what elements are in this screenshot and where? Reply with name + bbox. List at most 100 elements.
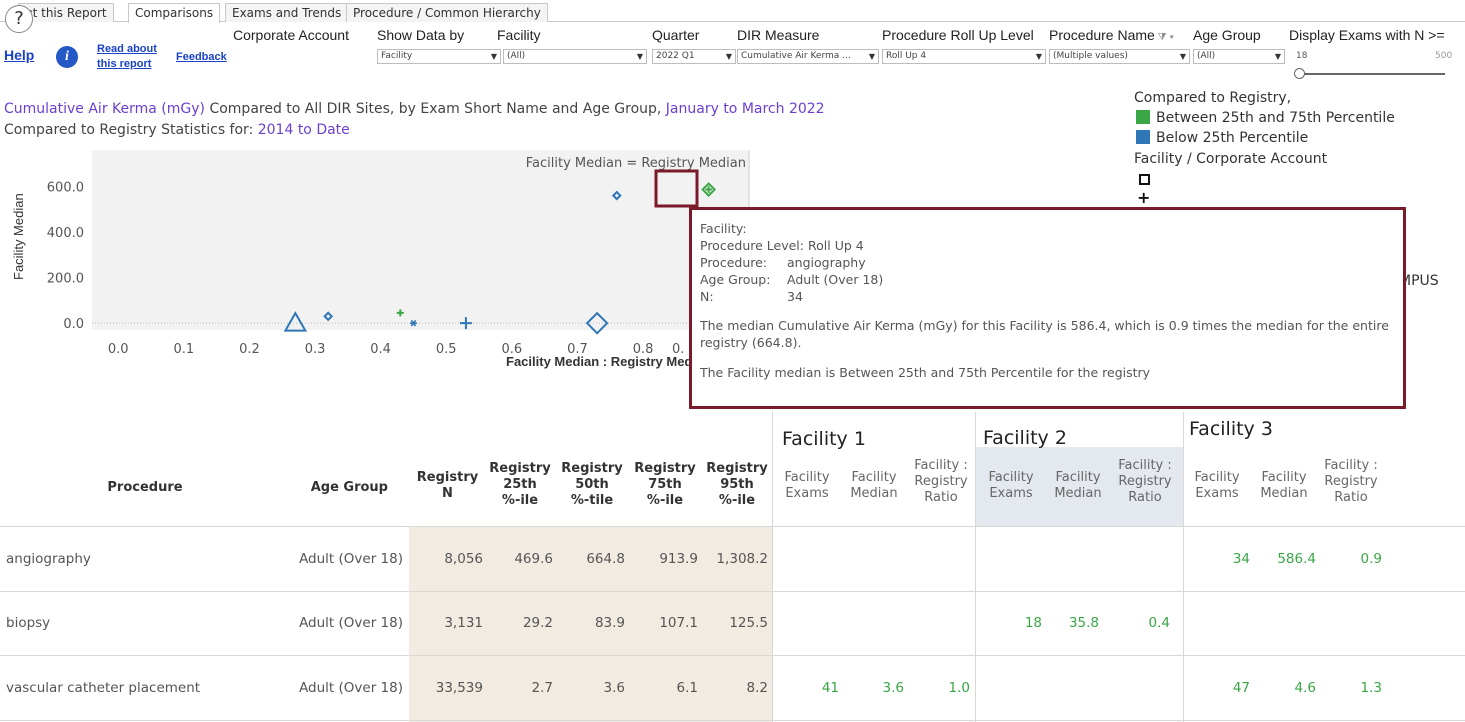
cell-age-group: Adult (Over 18)	[299, 551, 403, 567]
cell-p95: 8.2	[746, 680, 768, 696]
row-divider	[0, 591, 1465, 592]
header-registry-25th[interactable]: Registry 25th %-ile	[485, 461, 555, 509]
chart-plot-area	[92, 150, 748, 330]
y-tick-label: 400.0	[47, 226, 84, 241]
cell-f2-median: 35.8	[1068, 615, 1099, 631]
y-tick-label: 0.0	[63, 317, 84, 332]
header-f1-exams[interactable]: Facility Exams	[776, 470, 838, 502]
read-about-link-line2[interactable]: this report	[97, 58, 151, 70]
header-f3-median[interactable]: Facility Median	[1252, 470, 1316, 502]
header-divider	[0, 526, 1465, 527]
header-f1-median[interactable]: Facility Median	[842, 470, 906, 502]
header-f3-exams[interactable]: Facility Exams	[1186, 470, 1248, 502]
cell-f2-ratio: 0.4	[1148, 615, 1170, 631]
row-divider	[0, 720, 1465, 721]
header-age-group[interactable]: Age Group	[300, 480, 410, 496]
tooltip-age: Age Group: Adult (Over 18)	[700, 272, 884, 287]
chevron-down-icon: ▼	[1035, 52, 1042, 61]
age-group-select[interactable]: (All) ▼	[1193, 49, 1285, 64]
cell-f3-ratio: 0.9	[1360, 551, 1382, 567]
x-tick-label: 0.5	[436, 342, 457, 357]
scatter-chart: Facility Median = Registry Median Facili…	[11, 150, 750, 369]
display-exams-label: Display Exams with N >=	[1289, 27, 1445, 43]
square-marker-icon	[1139, 174, 1150, 185]
x-tick-partial: 0.	[672, 342, 684, 357]
roll-up-select[interactable]: Roll Up 4 ▼	[882, 49, 1046, 64]
dir-measure-label: DIR Measure	[737, 27, 820, 43]
header-registry-95th[interactable]: Registry 95th %-ile	[702, 461, 772, 509]
tab-procedure-hierarchy[interactable]: Procedure / Common Hierarchy	[346, 3, 548, 22]
cell-procedure: biopsy	[6, 615, 51, 631]
header-registry-75th[interactable]: Registry 75th %-ile	[630, 461, 700, 509]
tooltip-percentile-message: The Facility median is Between 25th and …	[700, 365, 1151, 380]
tab-comparisons[interactable]: Comparisons	[128, 3, 221, 23]
cell-p75: 6.1	[676, 680, 698, 696]
tooltip-n: N: 34	[700, 289, 803, 304]
cell-registry-n: 33,539	[435, 680, 483, 696]
tab-exams-trends[interactable]: Exams and Trends	[225, 3, 349, 22]
show-data-by-select[interactable]: Facility ▼	[377, 49, 501, 64]
cell-f1-median: 3.6	[882, 680, 904, 696]
x-tick-label: 0.6	[501, 342, 522, 357]
y-tick-label: 200.0	[47, 272, 84, 287]
y-tick-label: 600.0	[47, 180, 84, 195]
cell-p75: 107.1	[659, 615, 698, 631]
legend-item-between: Between 25th and 75th Percentile	[1136, 110, 1395, 126]
chevron-down-icon: ▼	[1179, 52, 1186, 61]
cell-f3-median: 4.6	[1294, 680, 1316, 696]
cell-p95: 1,308.2	[716, 551, 768, 567]
facility2-title: Facility 2	[983, 427, 1067, 449]
tooltip-facility: Facility:	[700, 221, 747, 236]
row-divider	[0, 655, 1465, 656]
x-tick-label: 0.2	[239, 342, 260, 357]
quarter-filter-label: Quarter	[652, 27, 700, 43]
tooltip-panel: Facility: Procedure Level: Roll Up 4 Proc…	[689, 207, 1406, 409]
tooltip-level: Procedure Level: Roll Up 4	[700, 238, 864, 253]
header-procedure[interactable]: Procedure	[70, 480, 220, 496]
cell-p25: 29.2	[522, 615, 553, 631]
column-divider	[772, 412, 773, 722]
cell-p25: 469.6	[514, 551, 553, 567]
dir-measure-select[interactable]: Cumulative Air Kerma ... ▼	[737, 49, 879, 64]
plus-marker-icon: +	[1137, 188, 1151, 207]
info-icon[interactable]: i	[56, 46, 78, 68]
cell-f3-median: 586.4	[1277, 551, 1316, 567]
x-tick-label: 0.7	[567, 342, 588, 357]
cell-f2-exams: 18	[1024, 615, 1042, 631]
header-registry-n[interactable]: Registry N	[410, 470, 485, 502]
facility-select[interactable]: (All) ▼	[503, 49, 647, 64]
x-tick-label: 0.4	[370, 342, 391, 357]
exams-slider-handle[interactable]	[1294, 68, 1305, 79]
quarter-select[interactable]: 2022 Q1 ▼	[652, 49, 736, 64]
cell-registry-n: 8,056	[444, 551, 483, 567]
column-divider	[975, 412, 976, 722]
x-tick-label: 0.0	[108, 342, 129, 357]
help-link[interactable]: Help	[4, 47, 34, 63]
chevron-down-icon: ▼	[725, 52, 732, 61]
header-f3-ratio[interactable]: Facility : Registry Ratio	[1318, 458, 1384, 506]
chart-subtitle: Compared to Registry Statistics for: 201…	[4, 122, 350, 138]
chevron-down-icon: ▼	[868, 52, 875, 61]
chevron-down-icon: ▼	[636, 52, 643, 61]
corporate-account-label: Corporate Account	[233, 27, 349, 43]
procedure-name-label: Procedure Name ⧩ ▾	[1049, 27, 1175, 43]
header-f1-ratio[interactable]: Facility : Registry Ratio	[908, 458, 974, 506]
filter-icon[interactable]: ⧩ ▾	[1155, 32, 1175, 43]
help-question-icon[interactable]: ?	[5, 5, 33, 33]
feedback-link[interactable]: Feedback	[176, 51, 227, 63]
header-f2-exams[interactable]: Facility Exams	[980, 470, 1042, 502]
chevron-down-icon: ▼	[490, 52, 497, 61]
header-f2-median[interactable]: Facility Median	[1046, 470, 1110, 502]
header-f2-ratio[interactable]: Facility : Registry Ratio	[1112, 458, 1178, 506]
read-about-link-line1[interactable]: Read about	[97, 43, 157, 55]
roll-up-label: Procedure Roll Up Level	[882, 27, 1034, 43]
exams-slider-track[interactable]	[1300, 73, 1445, 75]
chevron-down-icon: ▼	[1274, 52, 1281, 61]
show-data-by-label: Show Data by	[377, 27, 465, 43]
cell-p50: 664.8	[586, 551, 625, 567]
procedure-name-select[interactable]: (Multiple values) ▼	[1049, 49, 1190, 64]
legend-title: Compared to Registry,	[1134, 90, 1292, 106]
header-registry-50th[interactable]: Registry 50th %-tile	[557, 461, 627, 509]
cell-procedure: vascular catheter placement	[6, 680, 201, 696]
cell-registry-n: 3,131	[444, 615, 483, 631]
